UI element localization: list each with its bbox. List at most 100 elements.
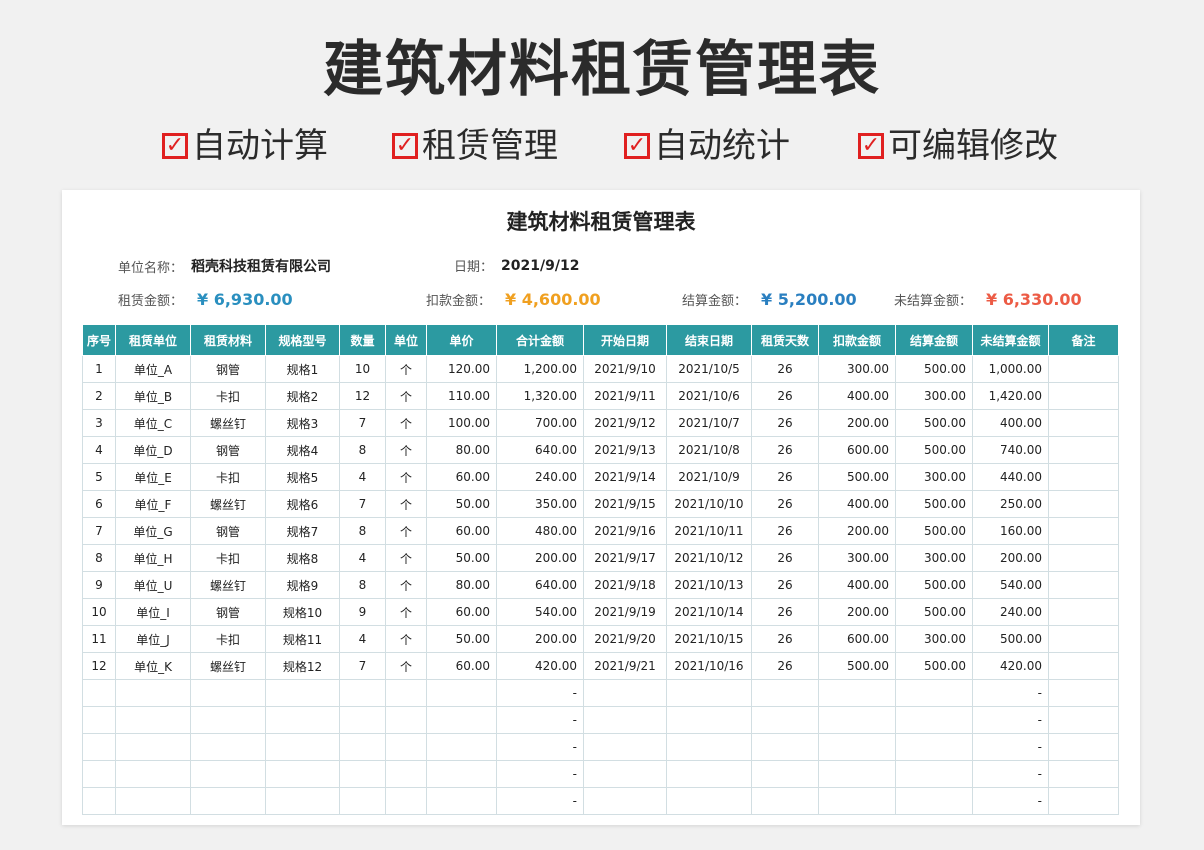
- table-cell[interactable]: [426, 706, 497, 734]
- table-cell[interactable]: 2021/10/14: [666, 598, 752, 626]
- table-cell[interactable]: 200.00: [818, 409, 896, 437]
- table-cell[interactable]: [426, 760, 497, 788]
- column-header[interactable]: 租赁单位: [115, 324, 191, 356]
- table-cell[interactable]: 规格12: [265, 652, 340, 680]
- table-cell[interactable]: [583, 679, 667, 707]
- table-cell[interactable]: 80.00: [426, 571, 497, 599]
- table-cell[interactable]: 5: [82, 463, 116, 491]
- table-cell[interactable]: -: [972, 787, 1049, 815]
- table-cell[interactable]: 2021/10/9: [666, 463, 752, 491]
- column-header[interactable]: 租赁天数: [751, 324, 819, 356]
- table-cell[interactable]: 2021/9/12: [583, 409, 667, 437]
- table-cell[interactable]: 2021/10/7: [666, 409, 752, 437]
- table-cell[interactable]: 420.00: [972, 652, 1049, 680]
- table-cell[interactable]: [1048, 436, 1119, 464]
- table-cell[interactable]: 规格6: [265, 490, 340, 518]
- table-cell[interactable]: [190, 760, 266, 788]
- table-cell[interactable]: [339, 706, 386, 734]
- table-cell[interactable]: 26: [751, 463, 819, 491]
- table-cell[interactable]: 300.00: [895, 625, 973, 653]
- table-cell[interactable]: 740.00: [972, 436, 1049, 464]
- table-cell[interactable]: 26: [751, 355, 819, 383]
- table-cell[interactable]: 400.00: [972, 409, 1049, 437]
- table-cell[interactable]: 2021/10/12: [666, 544, 752, 572]
- table-cell[interactable]: 400.00: [818, 490, 896, 518]
- table-cell[interactable]: [82, 679, 116, 707]
- table-cell[interactable]: [751, 760, 819, 788]
- table-cell[interactable]: [751, 733, 819, 761]
- table-cell[interactable]: 26: [751, 544, 819, 572]
- table-cell[interactable]: 4: [82, 436, 116, 464]
- table-cell[interactable]: 500.00: [818, 463, 896, 491]
- table-cell[interactable]: [115, 679, 191, 707]
- table-cell[interactable]: 卡扣: [190, 625, 266, 653]
- table-cell[interactable]: 单位_A: [115, 355, 191, 383]
- table-cell[interactable]: 7: [339, 490, 386, 518]
- table-cell[interactable]: 2021/9/15: [583, 490, 667, 518]
- table-cell[interactable]: 单位_F: [115, 490, 191, 518]
- table-cell[interactable]: [82, 733, 116, 761]
- table-cell[interactable]: [818, 733, 896, 761]
- table-cell[interactable]: 2021/10/6: [666, 382, 752, 410]
- table-cell[interactable]: 规格11: [265, 625, 340, 653]
- table-cell[interactable]: 1,320.00: [496, 382, 584, 410]
- table-cell[interactable]: 2021/9/20: [583, 625, 667, 653]
- table-cell[interactable]: 60.00: [426, 598, 497, 626]
- table-cell[interactable]: 2021/10/13: [666, 571, 752, 599]
- table-cell[interactable]: [265, 706, 340, 734]
- table-cell[interactable]: 2021/9/21: [583, 652, 667, 680]
- table-cell[interactable]: 个: [385, 598, 427, 626]
- table-cell[interactable]: 500.00: [895, 571, 973, 599]
- column-header[interactable]: 开始日期: [583, 324, 667, 356]
- table-cell[interactable]: 60.00: [426, 652, 497, 680]
- table-cell[interactable]: 8: [339, 517, 386, 545]
- table-cell[interactable]: 螺丝钉: [190, 409, 266, 437]
- table-cell[interactable]: 单位_H: [115, 544, 191, 572]
- table-cell[interactable]: 钢管: [190, 355, 266, 383]
- table-cell[interactable]: 1: [82, 355, 116, 383]
- table-cell[interactable]: 单位_G: [115, 517, 191, 545]
- table-cell[interactable]: 1,000.00: [972, 355, 1049, 383]
- table-cell[interactable]: [1048, 787, 1119, 815]
- table-cell[interactable]: 50.00: [426, 490, 497, 518]
- table-cell[interactable]: 9: [339, 598, 386, 626]
- table-cell[interactable]: -: [972, 760, 1049, 788]
- column-header[interactable]: 备注: [1048, 324, 1119, 356]
- table-cell[interactable]: [1048, 733, 1119, 761]
- table-cell[interactable]: 单位_C: [115, 409, 191, 437]
- table-cell[interactable]: -: [496, 679, 584, 707]
- table-cell[interactable]: 2021/9/18: [583, 571, 667, 599]
- table-cell[interactable]: 个: [385, 625, 427, 653]
- table-cell[interactable]: 2021/10/5: [666, 355, 752, 383]
- table-cell[interactable]: [583, 733, 667, 761]
- table-cell[interactable]: 26: [751, 436, 819, 464]
- table-cell[interactable]: [1048, 382, 1119, 410]
- table-cell[interactable]: [115, 760, 191, 788]
- table-cell[interactable]: 个: [385, 571, 427, 599]
- table-cell[interactable]: 单位_E: [115, 463, 191, 491]
- table-cell[interactable]: 500.00: [895, 355, 973, 383]
- table-cell[interactable]: [426, 733, 497, 761]
- table-cell[interactable]: [385, 787, 427, 815]
- table-cell[interactable]: 250.00: [972, 490, 1049, 518]
- unit-name-value[interactable]: 稻壳科技租赁有限公司: [191, 256, 331, 276]
- table-cell[interactable]: 8: [339, 436, 386, 464]
- table-cell[interactable]: [895, 760, 973, 788]
- table-cell[interactable]: 26: [751, 409, 819, 437]
- table-cell[interactable]: 60.00: [426, 517, 497, 545]
- table-cell[interactable]: 7: [339, 409, 386, 437]
- table-cell[interactable]: 50.00: [426, 625, 497, 653]
- table-cell[interactable]: 螺丝钉: [190, 571, 266, 599]
- table-cell[interactable]: [583, 787, 667, 815]
- table-cell[interactable]: 规格9: [265, 571, 340, 599]
- table-cell[interactable]: 2021/9/16: [583, 517, 667, 545]
- column-header[interactable]: 未结算金额: [972, 324, 1049, 356]
- table-cell[interactable]: 1,200.00: [496, 355, 584, 383]
- column-header[interactable]: 规格型号: [265, 324, 340, 356]
- table-cell[interactable]: [895, 679, 973, 707]
- table-cell[interactable]: [190, 679, 266, 707]
- table-cell[interactable]: [751, 679, 819, 707]
- table-cell[interactable]: 200.00: [496, 544, 584, 572]
- table-cell[interactable]: 10: [339, 355, 386, 383]
- table-cell[interactable]: [751, 706, 819, 734]
